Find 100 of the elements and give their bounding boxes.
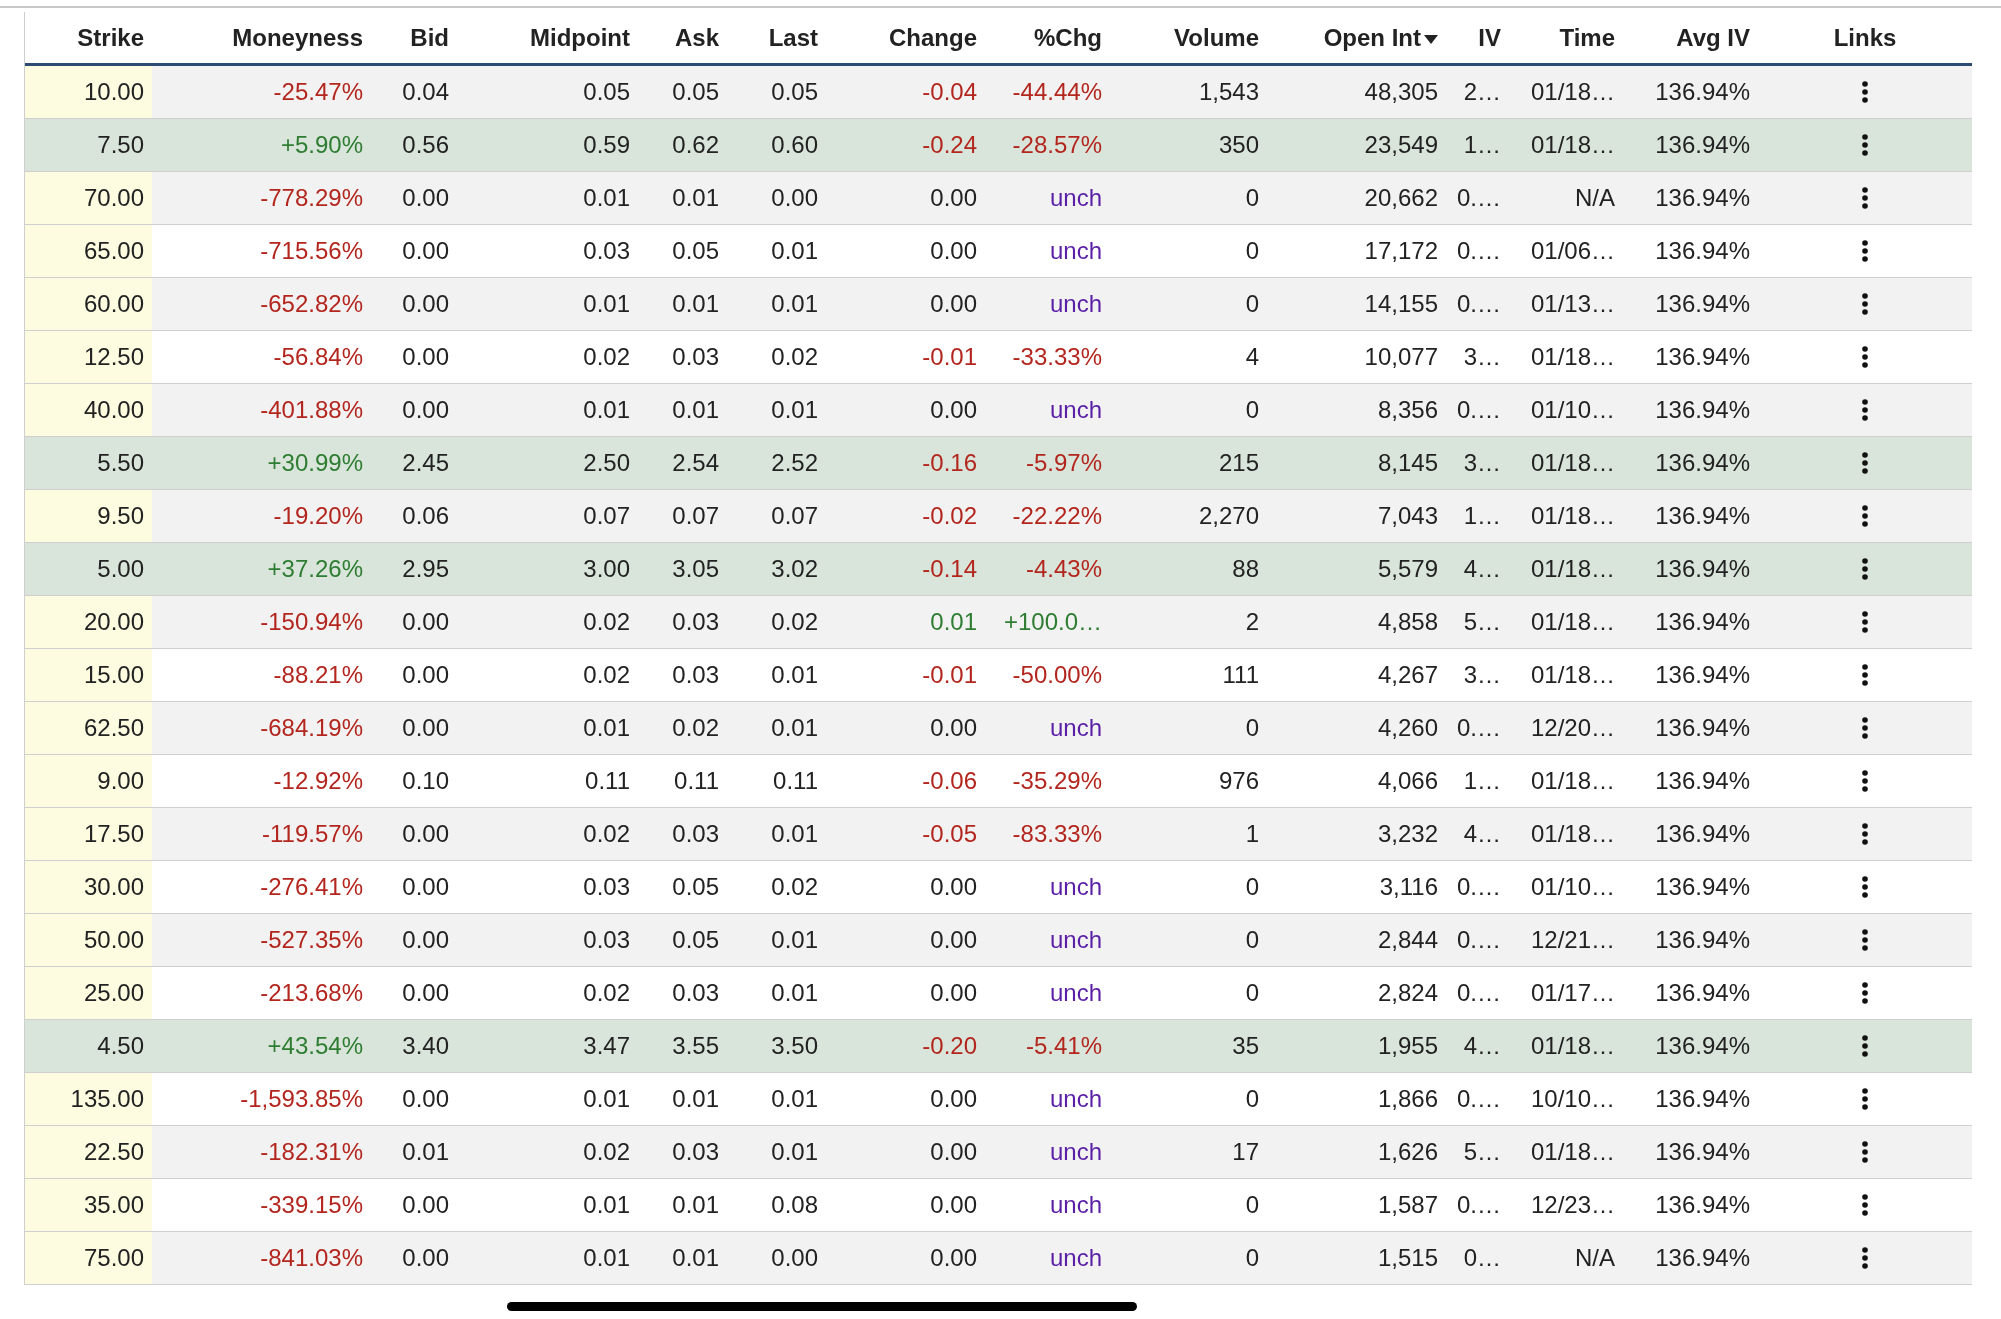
table-cell-text: 0.… [1456,925,1502,955]
table-cell-text: 0.11 [584,766,631,796]
table-cell-text: 0.03 [671,607,720,637]
table-cell: 60.00 [25,278,152,330]
table-cell-text: 111 [1221,660,1260,690]
table-cell-text: 0 [1244,1084,1260,1114]
table-cell-text: 136.94% [1654,77,1751,107]
table-cell-text: 136.94% [1654,1190,1751,1220]
table-cell-text: -0.06 [921,766,978,796]
table-cell-text: 0.02 [582,819,631,849]
table-cell-text: 0.… [1456,236,1502,266]
table-cell-text: 1,866 [1376,1084,1439,1114]
table-cell-text: 0.… [1456,872,1502,902]
vertical-ellipsis-icon [1862,1035,1868,1057]
table-cell-text: 0.01 [770,978,819,1008]
column-header[interactable]: Midpoint [530,19,630,56]
table-cell-text: 0.00 [770,1243,819,1273]
table-cell: 22.50 [25,1126,152,1178]
table-cell-text: unch [1048,1137,1103,1167]
table-cell-text: 0.03 [671,660,720,690]
table-cell-text: 3,116 [1378,872,1439,902]
table-cell-text: 136.94% [1654,501,1751,531]
table-cell-text: 2.52 [770,448,819,478]
table-cell-text: 01/18… [1529,1137,1616,1167]
table-cell-text: 0.00 [770,183,819,213]
table-cell-text: 0.01 [582,713,631,743]
table-cell-text: 01/13… [1529,289,1616,319]
table-cell-text: 3,232 [1376,819,1439,849]
table-cell-text: 0.01 [770,1084,819,1114]
table-cell-text: 0.00 [401,819,450,849]
column-header[interactable]: Open Int [1323,19,1421,56]
table-cell-text: 136.94% [1654,872,1751,902]
column-header[interactable]: %Chg [1034,19,1102,56]
column-header[interactable]: Volume [1174,19,1259,56]
table-cell-text: 0.00 [929,1137,978,1167]
table-cell-text: 0 [1244,1190,1260,1220]
table-cell-text: 01/17… [1529,978,1616,1008]
table-cell-text: 3.00 [582,554,631,584]
table-cell-text: -527.35% [259,925,364,955]
sort-caret-icon[interactable] [1424,35,1438,44]
vertical-ellipsis-icon [1862,1141,1868,1163]
table-cell-text: 136.94% [1654,183,1751,213]
table-cell-text: -715.56% [259,236,364,266]
table-cell-text: 01/10… [1529,872,1616,902]
table-cell-text: 5.00 [96,554,145,584]
table-cell-text: 01/18… [1529,660,1616,690]
table-cell-text: unch [1048,395,1103,425]
table-cell-text: 0.03 [671,819,720,849]
table-cell-text: N/A [1574,183,1616,213]
table-cell-text: 4,260 [1376,713,1439,743]
table-cell-text: -25.47% [272,77,364,107]
column-header[interactable]: Time [1559,19,1615,56]
column-header[interactable]: IV [1478,19,1501,56]
vertical-ellipsis-icon [1862,664,1868,686]
table-cell-text: 0.00 [401,289,450,319]
table-cell-text: 136.94% [1654,395,1751,425]
table-cell-text: -0.01 [921,342,978,372]
table-cell-text: -401.88% [259,395,364,425]
column-header[interactable]: Moneyness [232,19,363,56]
table-cell-text: -5.97% [1024,448,1103,478]
column-header[interactable]: Avg IV [1676,19,1750,56]
table-cell-text: 0.01 [671,1190,720,1220]
vertical-ellipsis-icon [1862,134,1868,156]
column-header[interactable]: Strike [77,19,144,56]
table-cell-text: 48,305 [1363,77,1439,107]
table-cell-text: unch [1048,925,1103,955]
table-cell-text: 136.94% [1654,660,1751,690]
table-cell-text: 0.01 [770,819,819,849]
table-cell-text: 0.07 [770,501,819,531]
vertical-ellipsis-icon [1862,187,1868,209]
table-cell-text: 0.01 [401,1137,450,1167]
column-header[interactable]: Last [768,19,818,56]
table-cell-text: 2.50 [582,448,631,478]
table-cell-text: -5.41% [1024,1031,1103,1061]
column-header[interactable]: Ask [674,19,719,56]
table-cell-text: 0.… [1456,289,1502,319]
table-cell-text: 0.01 [671,289,720,319]
column-header[interactable]: Bid [410,19,449,56]
table-cell-text: -12.92% [272,766,364,796]
vertical-ellipsis-icon [1862,717,1868,739]
table-cell-text: 215 [1217,448,1260,478]
column-header[interactable]: Change [889,19,977,56]
table-cell-text: 0.03 [582,872,631,902]
table-cell-text: -83.33% [1011,819,1103,849]
table-cell-text: 136.94% [1654,713,1751,743]
table-cell-text: 3… [1462,342,1502,372]
table-cell-text: -1,593.85% [239,1084,364,1114]
table-cell-text: 8,356 [1376,395,1439,425]
table-cell-text: -56.84% [272,342,364,372]
table-cell-text: 0.00 [401,1084,450,1114]
table-cell-text: 0.07 [671,501,720,531]
table-cell-text: 7.50 [96,130,145,160]
table-cell-text: 0 [1244,713,1260,743]
table-cell-text: 0 [1244,872,1260,902]
table-cell-text: 0.02 [582,607,631,637]
table-cell-text: +100.0… [1002,607,1103,637]
table-cell-text: 0.01 [770,289,819,319]
table-cell-text: -0.01 [921,660,978,690]
column-header[interactable]: Links [1833,19,1897,56]
table-cell-text: 20,662 [1363,183,1439,213]
